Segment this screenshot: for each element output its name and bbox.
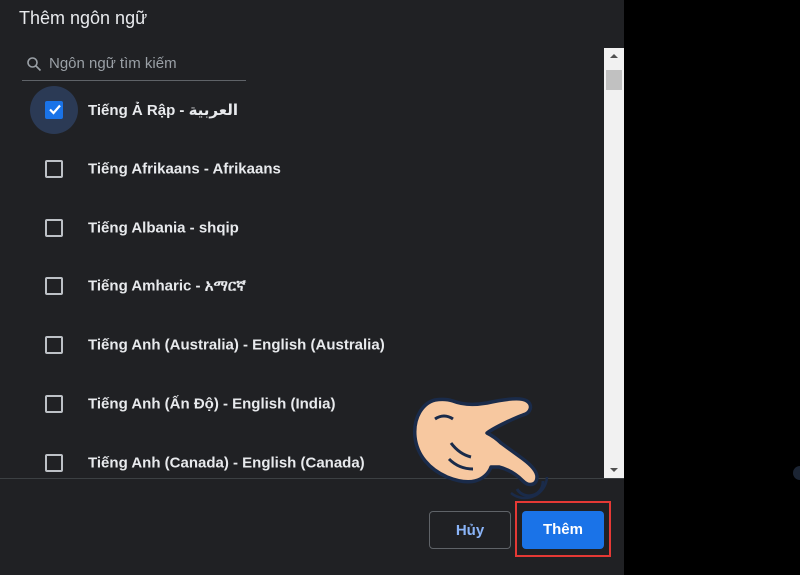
- language-label: Tiếng Anh (Ấn Độ) - English (India): [88, 395, 336, 413]
- language-item-afrikaans[interactable]: Tiếng Afrikaans - Afrikaans: [0, 140, 600, 198]
- checkbox[interactable]: [45, 395, 63, 413]
- language-label: Tiếng Albania - shqip: [88, 219, 239, 237]
- language-label: Tiếng Anh (Canada) - English (Canada): [88, 454, 365, 472]
- checkbox-checked[interactable]: [45, 101, 63, 119]
- checkbox[interactable]: [45, 336, 63, 354]
- language-item-english-australia[interactable]: Tiếng Anh (Australia) - English (Austral…: [0, 316, 600, 374]
- scroll-up-arrow-icon[interactable]: [604, 48, 624, 64]
- language-label: Tiếng Ả Rập - العربية: [88, 102, 238, 119]
- scrollbar-thumb[interactable]: [606, 70, 622, 90]
- checkbox[interactable]: [45, 277, 63, 295]
- checkbox[interactable]: [45, 454, 63, 472]
- language-item-amharic[interactable]: Tiếng Amharic - አማርኛ: [0, 257, 600, 315]
- cancel-button[interactable]: Hủy: [429, 511, 511, 549]
- language-label: Tiếng Amharic - አማርኛ: [88, 277, 246, 295]
- checkbox[interactable]: [45, 219, 63, 237]
- pointing-hand-icon: [413, 397, 549, 500]
- language-label: Tiếng Anh (Australia) - English (Austral…: [88, 336, 385, 354]
- checkbox[interactable]: [45, 160, 63, 178]
- scroll-down-arrow-icon[interactable]: [604, 462, 624, 478]
- language-label: Tiếng Afrikaans - Afrikaans: [88, 160, 281, 178]
- highlight-box: [515, 501, 611, 557]
- language-item-albanian[interactable]: Tiếng Albania - shqip: [0, 199, 600, 257]
- dialog-title: Thêm ngôn ngữ: [19, 8, 148, 28]
- edge-decoration: [793, 466, 800, 480]
- language-item-arabic[interactable]: Tiếng Ả Rập - العربية: [0, 81, 600, 139]
- checkmark-icon: [49, 104, 61, 115]
- scrollbar[interactable]: [604, 48, 624, 478]
